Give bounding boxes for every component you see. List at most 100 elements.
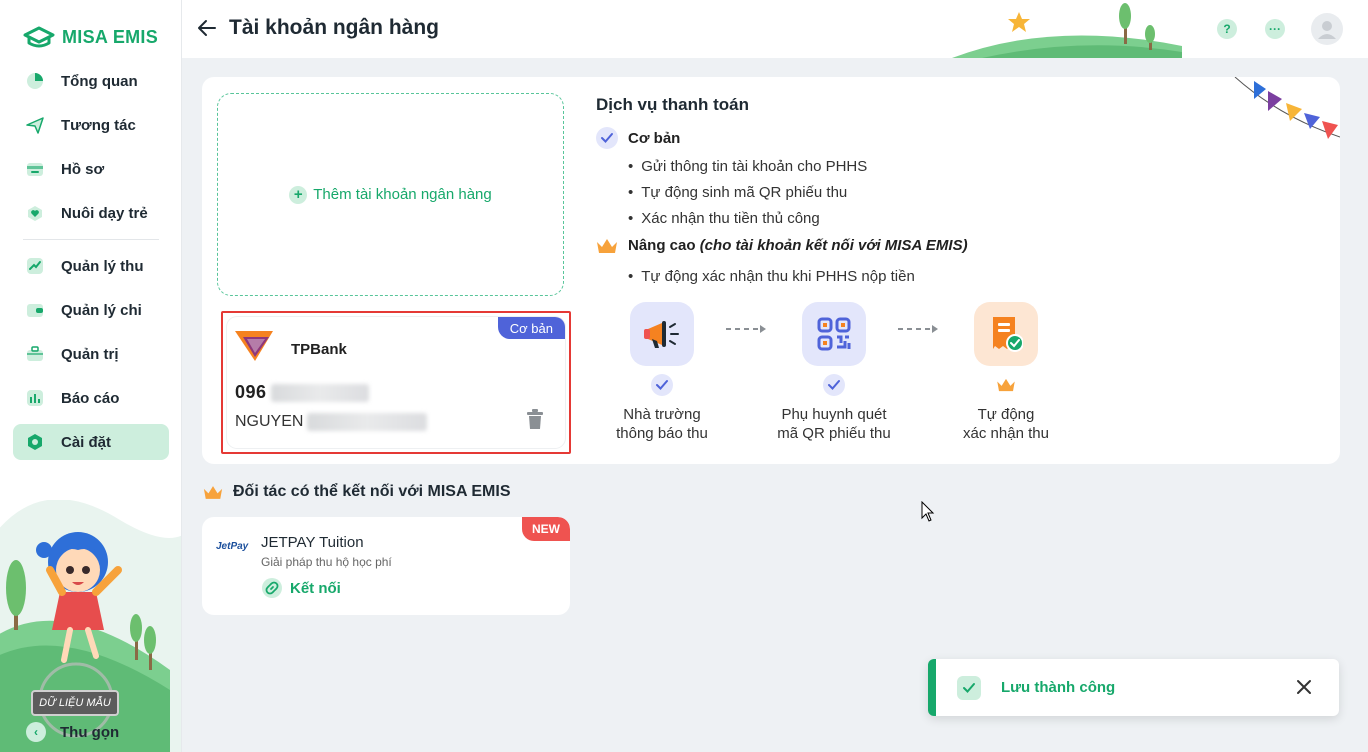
- sample-data-badge: DỮ LIỆU MẪU: [31, 690, 119, 716]
- step-check-icon: [823, 374, 845, 396]
- dashed-arrow-icon: [898, 325, 938, 333]
- app-logo[interactable]: MISA EMIS: [22, 24, 158, 50]
- step-label-line2: xác nhận thu: [963, 425, 1049, 442]
- basic-service-label: Cơ bản: [628, 129, 681, 147]
- sidebar-item-tong-quan[interactable]: Tổng quan: [13, 63, 169, 99]
- partner-description: Giải pháp thu hộ học phí: [261, 555, 392, 569]
- receipt-check-icon: [974, 302, 1038, 366]
- qr-code-icon: [802, 302, 866, 366]
- add-bank-account-label: Thêm tài khoản ngân hàng: [313, 186, 492, 203]
- bunting-decoration: [1234, 77, 1340, 139]
- page-title: Tài khoản ngân hàng: [229, 16, 440, 39]
- sidebar-item-bao-cao[interactable]: Báo cáo: [13, 380, 169, 416]
- sidebar-item-cai-dat[interactable]: Cài đặt: [13, 424, 169, 460]
- step-parent-scan: Phụ huynh quét mã QR phiếu thu: [769, 302, 899, 443]
- basic-item: Tự động sinh mã QR phiếu thu: [628, 184, 847, 201]
- step-auto-confirm: Tự động xác nhận thu: [941, 302, 1071, 443]
- crown-icon: [203, 485, 223, 499]
- account-number: 096: [235, 382, 369, 403]
- step-crown-icon: [995, 374, 1017, 396]
- sidebar-item-label: Báo cáo: [61, 389, 120, 407]
- send-icon: [25, 115, 45, 135]
- advanced-service-note: (cho tài khoản kết nối với MISA EMIS): [699, 237, 968, 254]
- collapse-sidebar-button[interactable]: ‹ Thu gọn: [26, 722, 119, 742]
- bank-accounts-panel: + Thêm tài khoản ngân hàng Cơ bản TPBank…: [202, 77, 1340, 464]
- more-options-icon[interactable]: ···: [1265, 19, 1285, 39]
- sidebar-item-ho-so[interactable]: Hồ sơ: [13, 151, 169, 187]
- dashed-arrow-icon: [726, 325, 766, 333]
- collapse-label: Thu gọn: [60, 723, 120, 741]
- toast-accent-bar: [928, 659, 936, 716]
- step-label-line1: Phụ huynh quét: [781, 406, 887, 423]
- folder-icon: [25, 159, 45, 179]
- heart-icon: [25, 203, 45, 223]
- mouse-pointer-icon: [921, 501, 935, 522]
- sidebar-item-tuong-tac[interactable]: Tương tác: [13, 107, 169, 143]
- sidebar-item-label: Quản trị: [61, 345, 119, 363]
- step-label-line1: Nhà trường: [623, 406, 701, 423]
- sidebar-item-label: Quản lý thu: [61, 257, 144, 275]
- step-label-line1: Tự động: [977, 406, 1035, 423]
- help-icon[interactable]: ?: [1217, 19, 1237, 39]
- delete-trash-icon[interactable]: [525, 409, 545, 431]
- toast-message: Lưu thành công: [1001, 679, 1116, 696]
- step-school-notify: Nhà trường thông báo thu: [597, 302, 727, 443]
- top-header: Tài khoản ngân hàng ? ···: [182, 0, 1368, 58]
- connect-label: Kết nối: [290, 579, 341, 597]
- wallet-icon: [25, 300, 45, 320]
- sidebar-item-quan-tri[interactable]: Quản trị: [13, 336, 169, 372]
- basic-item: Xác nhận thu tiền thủ công: [628, 210, 819, 227]
- jetpay-logo: JetPay: [216, 541, 249, 552]
- account-holder: NGUYEN: [235, 413, 428, 431]
- header-landscape-illustration: [952, 3, 1182, 58]
- sidebar-divider: [23, 239, 159, 240]
- basic-plan-tag: Cơ bản: [497, 317, 565, 339]
- tpbank-logo-icon: [235, 331, 273, 361]
- user-icon: [1318, 21, 1336, 39]
- sidebar-item-label: Tổng quan: [61, 72, 138, 90]
- add-bank-account-button[interactable]: + Thêm tài khoản ngân hàng: [217, 93, 564, 296]
- connect-button[interactable]: Kết nối: [262, 578, 341, 598]
- advanced-item: Tự động xác nhận thu khi PHHS nộp tiền: [628, 268, 915, 285]
- settings-icon: [25, 432, 45, 452]
- partners-title: Đối tác có thể kết nối với MISA EMIS: [233, 483, 511, 500]
- basic-item: Gửi thông tin tài khoản cho PHHS: [628, 158, 867, 175]
- success-toast: Lưu thành công: [928, 659, 1339, 716]
- bank-name: TPBank: [291, 341, 347, 358]
- bank-account-card[interactable]: Cơ bản TPBank 096 NGUYEN: [221, 311, 571, 454]
- back-arrow-icon[interactable]: [196, 17, 218, 39]
- new-badge: NEW: [522, 517, 570, 541]
- partner-card-jetpay[interactable]: NEW JetPay JETPAY Tuition Giải pháp thu …: [202, 517, 570, 615]
- sidebar: MISA EMIS Tổng quan Tương tác Hồ sơ Nuôi…: [0, 0, 182, 752]
- sidebar-item-quan-ly-thu[interactable]: Quản lý thu: [13, 248, 169, 284]
- check-icon: [596, 127, 618, 149]
- step-label-line2: mã QR phiếu thu: [777, 425, 891, 442]
- user-avatar[interactable]: [1311, 13, 1343, 45]
- redacted-account-number: [270, 383, 369, 402]
- sidebar-item-label: Hồ sơ: [61, 160, 105, 178]
- chevron-left-icon: ‹: [26, 722, 46, 742]
- trend-up-icon: [25, 256, 45, 276]
- close-icon[interactable]: [1295, 678, 1313, 696]
- logo-text: MISA EMIS: [62, 26, 159, 47]
- step-check-icon: [651, 374, 673, 396]
- plus-icon: +: [289, 185, 308, 204]
- sidebar-item-label: Nuôi dạy trẻ: [61, 204, 148, 222]
- pie-chart-icon: [25, 71, 45, 91]
- sidebar-nav: Tổng quan Tương tác Hồ sơ Nuôi dạy trẻ Q…: [13, 63, 169, 468]
- sidebar-item-quan-ly-chi[interactable]: Quản lý chi: [13, 292, 169, 328]
- briefcase-icon: [25, 344, 45, 364]
- bar-chart-icon: [25, 388, 45, 408]
- account-holder-prefix: NGUYEN: [235, 413, 304, 430]
- sidebar-item-label: Quản lý chi: [61, 301, 142, 319]
- sidebar-item-nuoi-day-tre[interactable]: Nuôi dạy trẻ: [13, 195, 169, 231]
- partners-heading: Đối tác có thể kết nối với MISA EMIS: [203, 483, 511, 501]
- crown-icon: [597, 238, 617, 253]
- redacted-holder-name: [307, 413, 428, 431]
- account-number-prefix: 096: [235, 382, 267, 402]
- partner-name: JETPAY Tuition: [261, 534, 364, 551]
- payment-services-title: Dịch vụ thanh toán: [596, 95, 749, 114]
- sidebar-item-label: Cài đặt: [61, 433, 112, 451]
- advanced-service-label: Nâng cao: [628, 237, 696, 254]
- misa-logo-icon: [23, 26, 55, 48]
